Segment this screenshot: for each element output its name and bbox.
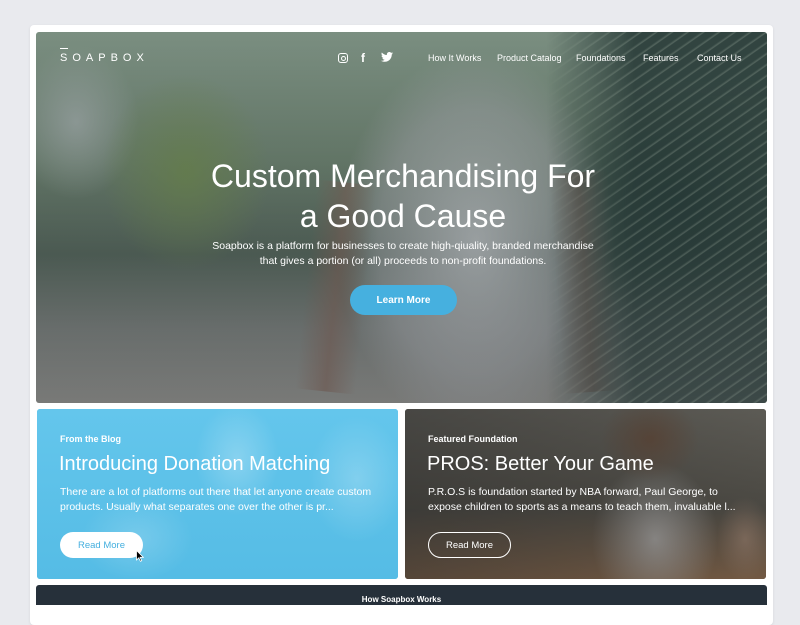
- nav-product-catalog[interactable]: Product Catalog: [497, 53, 562, 63]
- foundation-card[interactable]: Featured Foundation PROS: Better Your Ga…: [405, 409, 766, 579]
- blog-card-title[interactable]: Introducing Donation Matching: [59, 453, 330, 476]
- blog-read-more-button[interactable]: Read More: [60, 532, 143, 558]
- twitter-icon[interactable]: [381, 52, 393, 62]
- nav-contact-us[interactable]: Contact Us: [697, 53, 742, 63]
- foundation-card-excerpt: P.R.O.S is foundation started by NBA for…: [428, 486, 736, 513]
- facebook-icon[interactable]: f: [361, 51, 365, 65]
- foundation-read-more-button[interactable]: Read More: [428, 532, 511, 558]
- hero-title: Custom Merchandising For a Good Cause: [160, 156, 646, 236]
- logo-mark: [60, 48, 68, 49]
- hero-subtitle-line: Soapbox is a platform for businesses to …: [212, 240, 594, 252]
- hero-subtitle-line: that gives a portion (or all) proceeds t…: [259, 255, 547, 267]
- logo-text: SOAPBOX: [60, 52, 149, 64]
- nav-how-it-works[interactable]: How It Works: [428, 53, 481, 63]
- how-it-works-section: How Soapbox Works: [36, 585, 767, 605]
- brand-logo[interactable]: SOAPBOX: [60, 48, 149, 64]
- nav-features[interactable]: Features: [643, 53, 679, 63]
- mouse-cursor-icon: [136, 550, 144, 562]
- hero-title-line: a Good Cause: [299, 198, 507, 234]
- hero-title-line: Custom Merchandising For: [210, 158, 596, 194]
- nav-foundations[interactable]: Foundations: [576, 53, 626, 63]
- instagram-icon[interactable]: [338, 53, 348, 63]
- blog-card-kicker: From the Blog: [60, 434, 121, 444]
- foundation-card-title[interactable]: PROS: Better Your Game: [427, 453, 654, 476]
- blog-card[interactable]: From the Blog Introducing Donation Match…: [37, 409, 398, 579]
- hero-subtitle: Soapbox is a platform for businesses to …: [180, 239, 626, 269]
- foundation-card-kicker: Featured Foundation: [428, 434, 518, 444]
- learn-more-button[interactable]: Learn More: [350, 285, 457, 315]
- blog-card-excerpt: There are a lot of platforms out there t…: [60, 486, 372, 513]
